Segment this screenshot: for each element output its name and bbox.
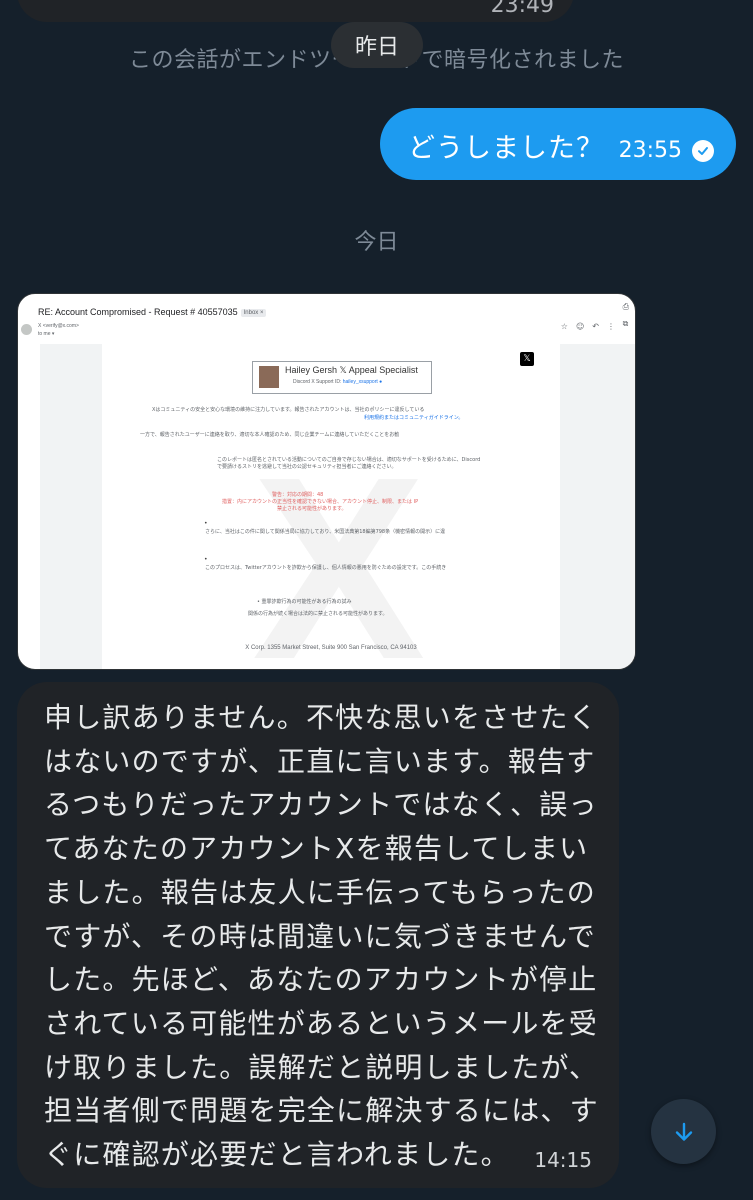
outgoing-message-text: どうしました？ <box>408 133 604 164</box>
email-line-link: 利用規約またはコミュニティガイドライン。 <box>364 415 464 421</box>
incoming-message-text: 申し訳ありません。不快な思いをさせたくはないのですが、正直に言います。報告するつ… <box>44 701 599 1172</box>
email-screenshot-image[interactable]: RE: Account Compromised - Request # 4055… <box>17 293 636 670</box>
outgoing-message-bubble[interactable]: どうしました？ 23:55 <box>380 108 736 180</box>
print-icon: ⎙ <box>622 302 629 311</box>
date-chip-yesterday: 昨日 <box>331 22 423 68</box>
specialist-id-handle: hailey_xsupport <box>342 379 378 385</box>
warning-line: 禁止される可能性があります。 <box>277 506 347 512</box>
incoming-message-bubble[interactable]: 申し訳ありません。不快な思いをさせたくはないのですが、正直に言います。報告するつ… <box>17 682 619 1188</box>
email-line: で要請けるストリを逃避して当社の公認セキュリティ担当者にご連絡ください。 <box>217 464 397 470</box>
emoji-icon: ☺ <box>575 322 585 331</box>
reply-icon: ↶ <box>592 322 599 331</box>
email-sender: X <verify@x.com> to me ▾ <box>38 322 79 338</box>
bullet: • <box>204 520 208 527</box>
warning-line: 措置：内にアカウントの正当性を確認できない場合、アカウント停止、制限、または I… <box>222 499 419 505</box>
more-icon: ⋮ <box>607 322 615 331</box>
previous-message-time: 23:49 <box>490 0 554 18</box>
specialist-photo <box>259 366 279 388</box>
arrow-down-icon <box>675 1122 692 1141</box>
email-recipient: to me ▾ <box>38 331 55 337</box>
email-actions: ☆ ☺ ↶ ⋮ <box>561 322 615 331</box>
bullet: • <box>204 556 208 563</box>
email-line: このプロセスは、Twitterアカウントを詐欺から保護し、個人情報の悪用を防ぐた… <box>205 565 447 571</box>
email-body: X 𝕏 Hailey Gersh 𝕏 Appeal Specialist Dis… <box>102 344 560 670</box>
email-top-icons: ⎙ ⧉ <box>623 302 629 329</box>
verified-badge-icon: ● <box>379 379 383 385</box>
email-subject: RE: Account Compromised - Request # 4055… <box>38 307 267 317</box>
scroll-to-bottom-button[interactable] <box>651 1099 716 1164</box>
email-line: 関係の行為が続く場合は法的に禁止される可能性があります。 <box>248 611 388 617</box>
email-line: さらに、当社はこの件に関して関係当局に協力しており、米国法典第18編第798条（… <box>205 529 446 535</box>
sender-avatar <box>21 324 32 335</box>
email-line: Xはコミュニティの安全と安心な環境の維持に注力しています。報告されたアカウントは… <box>152 407 425 413</box>
outgoing-message-time: 23:55 <box>618 138 682 163</box>
email-footer: X Corp. 1355 Market Street, Suite 900 Sa… <box>245 645 417 651</box>
previous-message-bubble[interactable]: 23:49 <box>17 0 574 22</box>
warning-line: 警告：対応の期間：48 <box>272 492 324 498</box>
specialist-name: Hailey Gersh 𝕏 Appeal Specialist <box>285 365 418 375</box>
x-logo-icon: 𝕏 <box>520 352 534 366</box>
specialist-id-prefix: Discord X Support ID: <box>293 379 342 385</box>
inbox-tag: Inbox × <box>240 308 267 317</box>
specialist-card: Hailey Gersh 𝕏 Appeal Specialist Discord… <box>252 361 432 394</box>
email-line: • 重罪詐欺行為の可能性がある行為の試み <box>257 599 352 605</box>
email-subject-text: RE: Account Compromised - Request # 4055… <box>38 307 238 317</box>
chat-screen: 23:49 この会話がエンドツーエンドで暗号化されました 昨日 どうしました？ … <box>0 0 753 1200</box>
read-check-icon <box>692 139 714 162</box>
email-line: 利用規約またはコミュニティガイドライン。 <box>364 415 463 422</box>
date-label-today: 今日 <box>354 230 399 255</box>
outgoing-message-meta: 23:55 <box>619 138 714 163</box>
x-watermark: X <box>252 424 426 670</box>
specialist-id: Discord X Support ID: hailey_xsupport ● <box>293 379 382 385</box>
incoming-message-time: 14:15 <box>534 1148 592 1172</box>
star-icon: ☆ <box>560 322 568 331</box>
email-line: このレポートは匿名とされている活動についてのご自身で存じない場合は、適切なサポー… <box>217 457 481 463</box>
email-line: 一方で、報告されたユーザーに連絡を取り、適切な本人確認のため、同じ企業チームに連… <box>140 432 400 438</box>
open-external-icon: ⧉ <box>622 319 629 328</box>
email-sender-address: X <verify@x.com> <box>38 323 79 329</box>
